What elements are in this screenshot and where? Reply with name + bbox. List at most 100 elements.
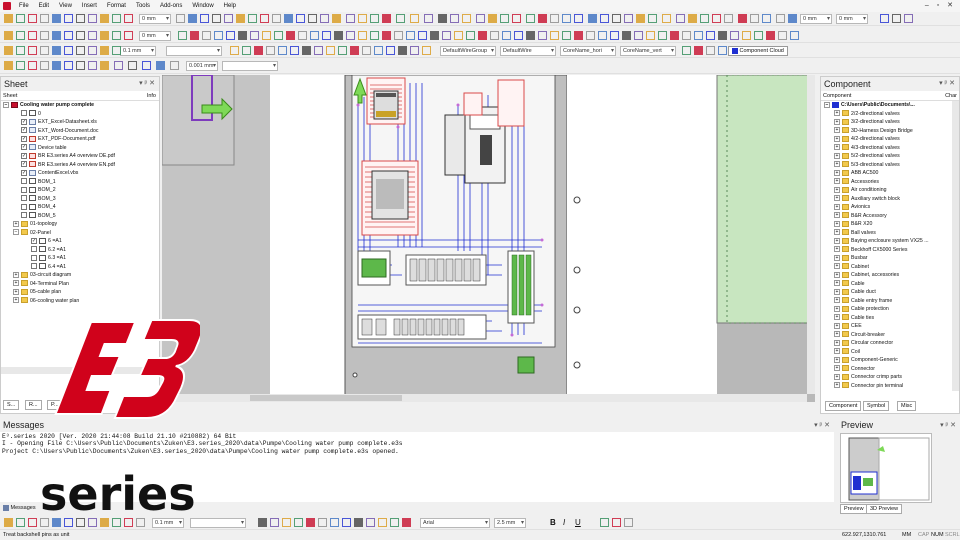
toolbar-tool-icon[interactable] [178,31,187,40]
component-tree-item[interactable]: + Air conditioning [824,186,959,195]
sheet-tree-item[interactable]: ✓ Device table [3,144,159,153]
checked-checkbox[interactable]: ✓ [31,237,37,244]
italic-button[interactable]: I [563,518,565,527]
toolbar-tool-icon[interactable] [274,31,283,40]
toolbar-tool-icon[interactable] [706,46,715,55]
toolbar-tool-icon[interactable] [562,14,571,23]
toolbar-tool-icon[interactable] [332,14,341,23]
toolbar-tool-icon[interactable] [76,46,85,55]
component-tree-item[interactable]: + Circuit-breaker [824,331,959,340]
toolbar-tool-icon[interactable] [476,14,485,23]
toolbar-tool-icon[interactable] [4,31,13,40]
sheet-tree-item[interactable]: ✓ EXT_PDF-Document.pdf [3,135,159,144]
toolbar-tool-icon[interactable] [200,14,209,23]
toolbar-tool-icon[interactable] [226,31,235,40]
toolbar-tool-icon[interactable] [272,14,281,23]
toolbar-tool-icon[interactable] [598,31,607,40]
toolbar-tool-icon[interactable] [562,31,571,40]
toolbar-tool-icon[interactable] [610,31,619,40]
toolbar-tool-icon[interactable] [16,61,25,70]
sheet-tree-item[interactable]: +03-circuit diagram [3,271,159,280]
toolbar-tool-icon[interactable] [112,46,121,55]
toolbar-tool-icon[interactable] [306,518,315,527]
component-tree-item[interactable]: + Ball valves [824,229,959,238]
sheet-tree-item[interactable]: ✓ ContentExcel.vbs [3,169,159,178]
sheet-tree-item[interactable]: − Cooling water pump complete [3,101,159,110]
toolbar-tool-icon[interactable] [488,14,497,23]
component-tree-item[interactable]: +3D-Harness Design Bridge [824,127,959,136]
toolbar-tool-icon[interactable] [396,14,405,23]
component-tree-item[interactable]: + Cable ties [824,314,959,323]
component-tree-item[interactable]: + Coil [824,348,959,357]
component-cloud-button[interactable]: Component Cloud [728,46,788,56]
toolbar-tool-icon[interactable] [100,31,109,40]
toolbar-tool-icon[interactable] [366,518,375,527]
toolbar-tool-icon[interactable] [40,14,49,23]
toolbar-tool-icon[interactable] [478,31,487,40]
toolbar-tool-icon[interactable] [688,14,697,23]
component-tree-item[interactable]: +5/2-directional valves [824,152,959,161]
expand-icon[interactable]: + [834,271,840,278]
toolbar-tool-icon[interactable] [712,14,721,23]
sheet-tree-item[interactable]: BOM_4 [3,203,159,212]
expand-icon[interactable]: + [13,297,19,304]
toolbar-tool-icon[interactable] [28,518,37,527]
component-tree-item[interactable]: + Auxiliary switch block [824,195,959,204]
toolbar-tool-icon[interactable] [64,31,73,40]
toolbar-tool-icon[interactable] [430,31,439,40]
checked-checkbox[interactable]: ✓ [21,152,27,159]
toolbar-tool-icon[interactable] [40,31,49,40]
toolbar-tool-icon[interactable] [16,46,25,55]
expand-icon[interactable]: + [834,118,840,125]
toolbar-tool-icon[interactable] [648,14,657,23]
toolbar-tool-icon[interactable] [788,14,797,23]
toolbar-tool-icon[interactable] [76,14,85,23]
toolbar-tool-icon[interactable] [550,31,559,40]
menu-help[interactable]: Help [219,3,241,9]
toolbar-tool-icon[interactable] [100,46,109,55]
toolbar-tool-icon[interactable] [260,14,269,23]
toolbar-tool-icon[interactable] [64,518,73,527]
expand-icon[interactable]: + [834,212,840,219]
toolbar-tool-icon[interactable] [750,14,759,23]
toolbar-tool-icon[interactable] [64,46,73,55]
toolbar-tool-icon[interactable] [880,14,889,23]
component-tree-item[interactable]: + Component-Generic [824,356,959,365]
component-tree-item[interactable]: + Busbar [824,254,959,263]
toolbar-tool-icon[interactable] [382,31,391,40]
toolbar-tool-icon[interactable] [338,46,347,55]
toolbar-tool-icon[interactable] [694,31,703,40]
drawing-canvas[interactable] [162,75,815,402]
checked-checkbox[interactable]: ✓ [21,161,27,168]
expand-icon[interactable]: + [834,365,840,372]
preview-thumbnail[interactable] [840,433,932,503]
toolbar-tool-icon[interactable] [254,46,263,55]
component-tree-item[interactable]: + Connector crimp parts [824,373,959,382]
toolbar-tool-icon[interactable] [762,14,771,23]
toolbar-tool-icon[interactable] [370,31,379,40]
component-tree-item[interactable]: +3/2-directional valves [824,118,959,127]
toolbar-tool-icon[interactable] [290,46,299,55]
toolbar-tool-icon[interactable] [64,61,73,70]
toolbar-tool-icon[interactable] [350,46,359,55]
toolbar-tool-icon[interactable] [238,31,247,40]
toolbar-tool-icon[interactable] [262,31,271,40]
toolbar-tool-icon[interactable] [462,14,471,23]
sheet-tree-item[interactable]: BOM_2 [3,186,159,195]
toolbar-tool-icon[interactable] [124,31,133,40]
checked-checkbox[interactable]: ✓ [21,144,27,151]
collapse-icon[interactable]: − [824,101,830,108]
expand-icon[interactable]: + [834,305,840,312]
component-tree-item[interactable]: + Cable duct [824,288,959,297]
core-name-hori-combo[interactable]: CoreName_hori [560,46,616,56]
menu-tools[interactable]: Tools [131,3,155,9]
component-tree-item[interactable]: + Connector [824,365,959,374]
toolbar-tool-icon[interactable] [4,14,13,23]
toolbar-tool-icon[interactable] [242,46,251,55]
expand-icon[interactable]: + [834,331,840,338]
checkbox[interactable] [21,110,27,117]
toolbar-tool-icon[interactable] [670,31,679,40]
toolbar-tool-icon[interactable] [314,46,323,55]
toolbar-tool-icon[interactable] [230,46,239,55]
core-name-vert-combo[interactable]: CoreName_vert [620,46,676,56]
